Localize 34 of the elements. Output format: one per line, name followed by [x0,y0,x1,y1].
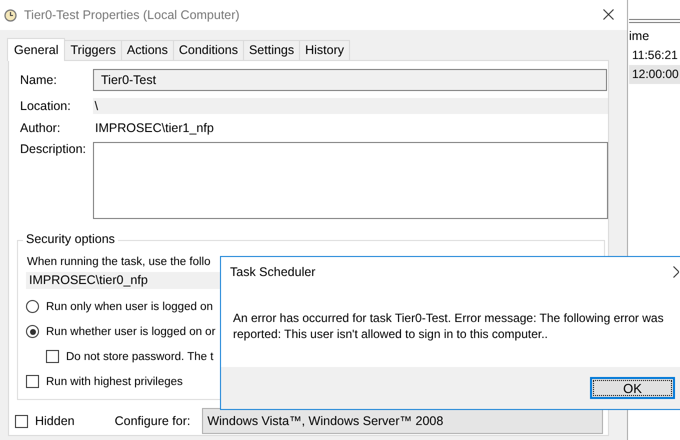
radio-button[interactable] [26,325,39,338]
tab[interactable]: Settings [242,40,300,60]
hidden-label: Hidden [35,414,75,428]
window-title: Tier0-Test Properties (Local Computer) [24,8,240,22]
option-label: Do not store password. The t [66,350,214,362]
radio-button[interactable] [26,300,39,313]
group-title: Security options [23,232,118,246]
location-field: \ [92,98,608,114]
description-field[interactable] [92,142,608,219]
ok-button[interactable]: OK [590,377,675,399]
configure-label: Configure for: [114,414,190,428]
tab[interactable]: History [299,40,350,60]
column-header: ime [629,28,650,45]
close-icon[interactable] [673,266,679,278]
error-message: An error has occurred for task Tier0-Test. Error message: The following error was reported: This user isn't allowed to sign in to this computer.. [233,311,664,341]
location-label: Location: [20,99,72,113]
author-label: Author: [20,121,62,135]
tab[interactable]: Triggers [64,40,122,60]
tab[interactable]: General [7,38,66,61]
option-label: Run only when user is logged on [46,300,213,312]
checkbox[interactable] [46,350,59,363]
clock-icon [4,8,17,22]
list-row[interactable]: 12:00:00 [629,65,680,84]
option-label: Run whether user is logged on or [46,326,216,338]
author-value: IMPROSEC\tier1_nfp [95,121,214,135]
description-label: Description: [20,142,87,156]
name-label: Name: [20,73,58,87]
list-row[interactable]: 11:56:21 [629,46,680,65]
close-icon[interactable] [603,9,614,20]
name-field[interactable]: Tier0-Test [93,69,607,91]
checkbox[interactable] [15,414,28,428]
configure-dropdown[interactable]: Windows Vista™, Windows Server™ 2008 [202,408,604,434]
checkbox[interactable] [26,375,39,388]
option-label: Run with highest privileges [46,376,183,388]
